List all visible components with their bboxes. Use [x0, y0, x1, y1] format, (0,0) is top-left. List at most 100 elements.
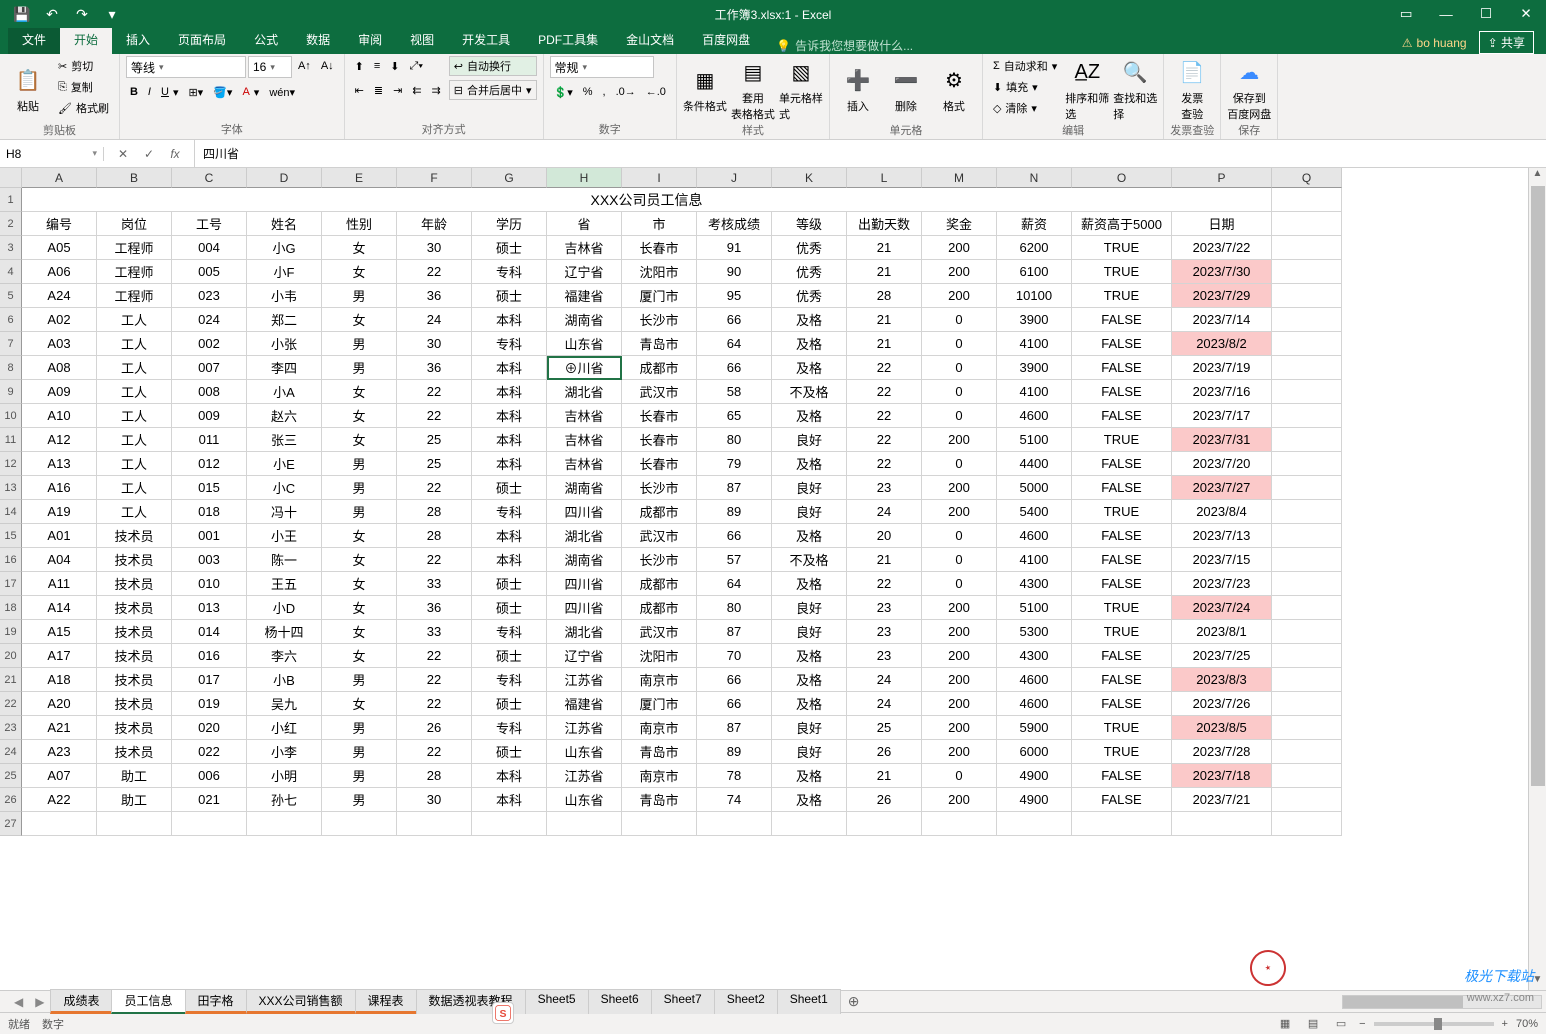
cell[interactable]: 男 [322, 740, 397, 764]
cell[interactable]: 福建省 [547, 692, 622, 716]
cell[interactable]: 小张 [247, 332, 322, 356]
cell[interactable]: 2023/7/15 [1172, 548, 1272, 572]
tab-file[interactable]: 文件 [8, 25, 60, 54]
cell[interactable]: 22 [847, 428, 922, 452]
cell[interactable]: FALSE [1072, 452, 1172, 476]
cell[interactable]: 22 [847, 572, 922, 596]
cell[interactable]: 64 [697, 572, 772, 596]
row-header[interactable]: 9 [0, 380, 22, 404]
cell[interactable]: 58 [697, 380, 772, 404]
cell[interactable]: 019 [172, 692, 247, 716]
cell[interactable]: 工人 [97, 332, 172, 356]
cell[interactable]: 专科 [472, 668, 547, 692]
cell[interactable]: 女 [322, 620, 397, 644]
cell[interactable]: 4600 [997, 668, 1072, 692]
cell[interactable]: A10 [22, 404, 97, 428]
decrease-decimal-button[interactable]: ←.0 [642, 82, 670, 102]
cancel-formula-button[interactable]: ✕ [112, 147, 134, 161]
cell[interactable] [847, 812, 922, 836]
tab-view[interactable]: 视图 [396, 25, 448, 54]
cell[interactable] [1272, 212, 1342, 236]
cell[interactable]: 技术员 [97, 548, 172, 572]
sheet-tab[interactable]: Sheet1 [777, 989, 841, 1014]
cell[interactable]: 001 [172, 524, 247, 548]
cell[interactable]: 四川省 [547, 572, 622, 596]
conditional-format-button[interactable]: ▦条件格式 [683, 56, 727, 122]
cell[interactable]: 本科 [472, 356, 547, 380]
row-header[interactable]: 17 [0, 572, 22, 596]
row-header[interactable]: 1 [0, 188, 22, 212]
cell[interactable]: 沈阳市 [622, 644, 697, 668]
user-account[interactable]: ⚠ bo huang [1402, 36, 1467, 50]
cell[interactable]: 2023/7/31 [1172, 428, 1272, 452]
cell[interactable]: FALSE [1072, 476, 1172, 500]
cell[interactable]: FALSE [1072, 356, 1172, 380]
cell[interactable] [172, 812, 247, 836]
cell[interactable]: 22 [397, 404, 472, 428]
select-all-corner[interactable] [0, 168, 22, 188]
cell[interactable]: 2023/7/13 [1172, 524, 1272, 548]
cell[interactable]: 30 [397, 236, 472, 260]
cell[interactable]: 014 [172, 620, 247, 644]
cell[interactable]: 79 [697, 452, 772, 476]
column-header-B[interactable]: B [97, 168, 172, 188]
cell[interactable]: 小A [247, 380, 322, 404]
cell[interactable]: 024 [172, 308, 247, 332]
cell[interactable]: 2023/7/23 [1172, 572, 1272, 596]
cell[interactable]: 2023/7/24 [1172, 596, 1272, 620]
cell[interactable]: A17 [22, 644, 97, 668]
cell[interactable]: 长沙市 [622, 308, 697, 332]
cell[interactable]: A03 [22, 332, 97, 356]
cell[interactable]: 28 [397, 524, 472, 548]
font-color-button[interactable]: A▾ [238, 82, 263, 102]
font-size-combo[interactable]: 16▾ [248, 56, 292, 78]
cell[interactable]: 66 [697, 356, 772, 380]
align-left-button[interactable]: ⇤ [351, 80, 368, 100]
cell[interactable]: 21 [847, 764, 922, 788]
cell[interactable]: 女 [322, 236, 397, 260]
cell[interactable]: 89 [697, 740, 772, 764]
number-format-combo[interactable]: 常规▾ [550, 56, 654, 78]
cell[interactable]: 4100 [997, 380, 1072, 404]
row-header[interactable]: 27 [0, 812, 22, 836]
cell[interactable]: 长春市 [622, 404, 697, 428]
close-button[interactable]: ✕ [1506, 0, 1546, 28]
cell[interactable]: 青岛市 [622, 332, 697, 356]
enter-formula-button[interactable]: ✓ [138, 147, 160, 161]
cell[interactable] [547, 812, 622, 836]
cell[interactable] [1272, 764, 1342, 788]
cell[interactable]: 4300 [997, 572, 1072, 596]
cell[interactable]: 硕士 [472, 476, 547, 500]
cell[interactable] [1272, 788, 1342, 812]
row-header[interactable]: 11 [0, 428, 22, 452]
cell[interactable]: 优秀 [772, 284, 847, 308]
cell[interactable]: 江苏省 [547, 764, 622, 788]
cell[interactable]: 25 [847, 716, 922, 740]
cell[interactable]: FALSE [1072, 308, 1172, 332]
cell[interactable]: 小G [247, 236, 322, 260]
cell[interactable]: 78 [697, 764, 772, 788]
column-header-O[interactable]: O [1072, 168, 1172, 188]
cell[interactable]: 21 [847, 548, 922, 572]
column-header-F[interactable]: F [397, 168, 472, 188]
cell[interactable]: 小李 [247, 740, 322, 764]
cell[interactable]: 016 [172, 644, 247, 668]
decrease-indent-button[interactable]: ⇇ [408, 80, 425, 100]
cell[interactable]: 80 [697, 428, 772, 452]
cell[interactable]: 南京市 [622, 716, 697, 740]
cell[interactable]: A19 [22, 500, 97, 524]
zoom-level[interactable]: 70% [1516, 1018, 1538, 1030]
cell[interactable]: 24 [847, 692, 922, 716]
cell[interactable]: 5100 [997, 428, 1072, 452]
cell[interactable]: 南京市 [622, 668, 697, 692]
cell[interactable]: 工人 [97, 404, 172, 428]
column-header-D[interactable]: D [247, 168, 322, 188]
row-header[interactable]: 4 [0, 260, 22, 284]
cell[interactable]: 杨十四 [247, 620, 322, 644]
table-format-button[interactable]: ▤套用 表格格式 [731, 56, 775, 122]
cell[interactable]: 017 [172, 668, 247, 692]
cell[interactable]: 80 [697, 596, 772, 620]
cell[interactable]: 004 [172, 236, 247, 260]
cell[interactable]: 辽宁省 [547, 260, 622, 284]
cell[interactable]: 湖南省 [547, 308, 622, 332]
